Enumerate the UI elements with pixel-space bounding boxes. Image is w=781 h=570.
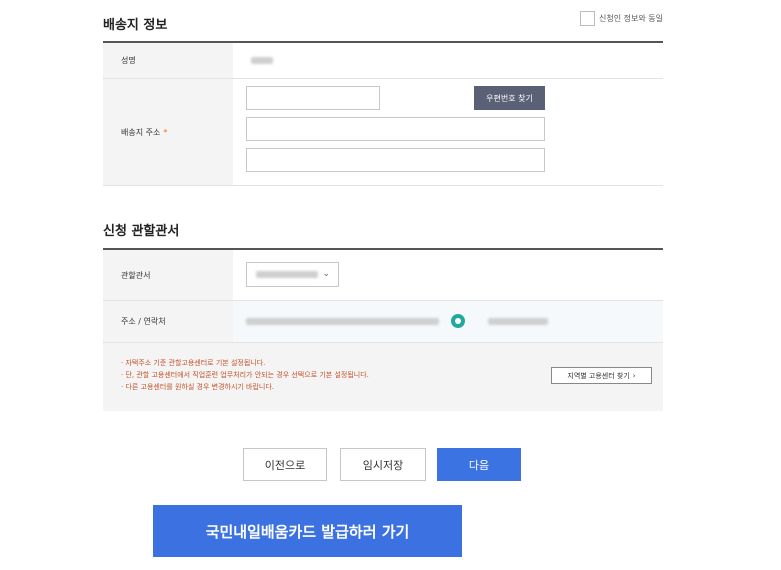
chevron-down-icon: ⌄: [322, 269, 330, 279]
office-phone-masked: [488, 318, 548, 325]
name-row: 성명: [103, 43, 663, 79]
next-button[interactable]: 다음: [437, 448, 521, 481]
address-contact-label: 주소 / 연락처: [103, 301, 233, 342]
office-select-value-masked: [256, 271, 318, 278]
required-mark: *: [163, 127, 168, 137]
office-row: 관할관서 ⌄: [103, 250, 663, 301]
same-as-applicant-checkbox[interactable]: [580, 11, 595, 26]
find-regional-center-label: 지역별 고용센터 찾기: [567, 371, 630, 380]
chevron-right-icon: ›: [632, 371, 636, 380]
delivery-form-table: 성명 배송지 주소 * 우편번호 찾기: [103, 41, 663, 186]
office-section-title: 신청 관할관서: [103, 224, 180, 239]
find-regional-center-button[interactable]: 지역별 고용센터 찾기 ›: [551, 367, 652, 384]
name-value-cell: [233, 43, 663, 78]
address-label: 배송지 주소 *: [103, 79, 233, 185]
name-label: 성명: [103, 43, 233, 78]
name-value-masked: [251, 57, 273, 64]
address-contact-cell: [233, 301, 663, 342]
find-zipcode-button[interactable]: 우편번호 찾기: [474, 86, 545, 110]
zipcode-input[interactable]: [246, 86, 380, 110]
office-address-masked: [246, 318, 439, 325]
address-detail-input[interactable]: [246, 148, 545, 172]
address-fields-cell: 우편번호 찾기: [233, 79, 663, 185]
temp-save-button[interactable]: 임시저장: [340, 448, 426, 481]
same-as-applicant-option[interactable]: 신청인 정보와 동일: [580, 11, 663, 26]
office-form-table: 관할관서 ⌄ 주소 / 연락처: [103, 248, 663, 343]
location-pin-icon[interactable]: [451, 314, 465, 328]
address-row: 배송지 주소 * 우편번호 찾기: [103, 79, 663, 186]
issue-card-button[interactable]: 국민내일배움카드 발급하러 가기: [153, 505, 462, 557]
address-label-text: 배송지 주소: [121, 127, 161, 137]
office-select[interactable]: ⌄: [246, 262, 339, 287]
same-as-applicant-label: 신청인 정보와 동일: [599, 14, 663, 23]
notice-box: · 자택주소 기준 관할고용센터로 기본 설정됩니다. · 단, 관할 고용센터…: [103, 343, 663, 411]
prev-button[interactable]: 이전으로: [243, 448, 327, 481]
office-label: 관할관서: [103, 250, 233, 300]
office-address-row: 주소 / 연락처: [103, 301, 663, 343]
office-select-cell: ⌄: [233, 250, 663, 300]
address-input[interactable]: [246, 117, 545, 141]
delivery-section-title: 배송지 정보: [103, 18, 168, 33]
